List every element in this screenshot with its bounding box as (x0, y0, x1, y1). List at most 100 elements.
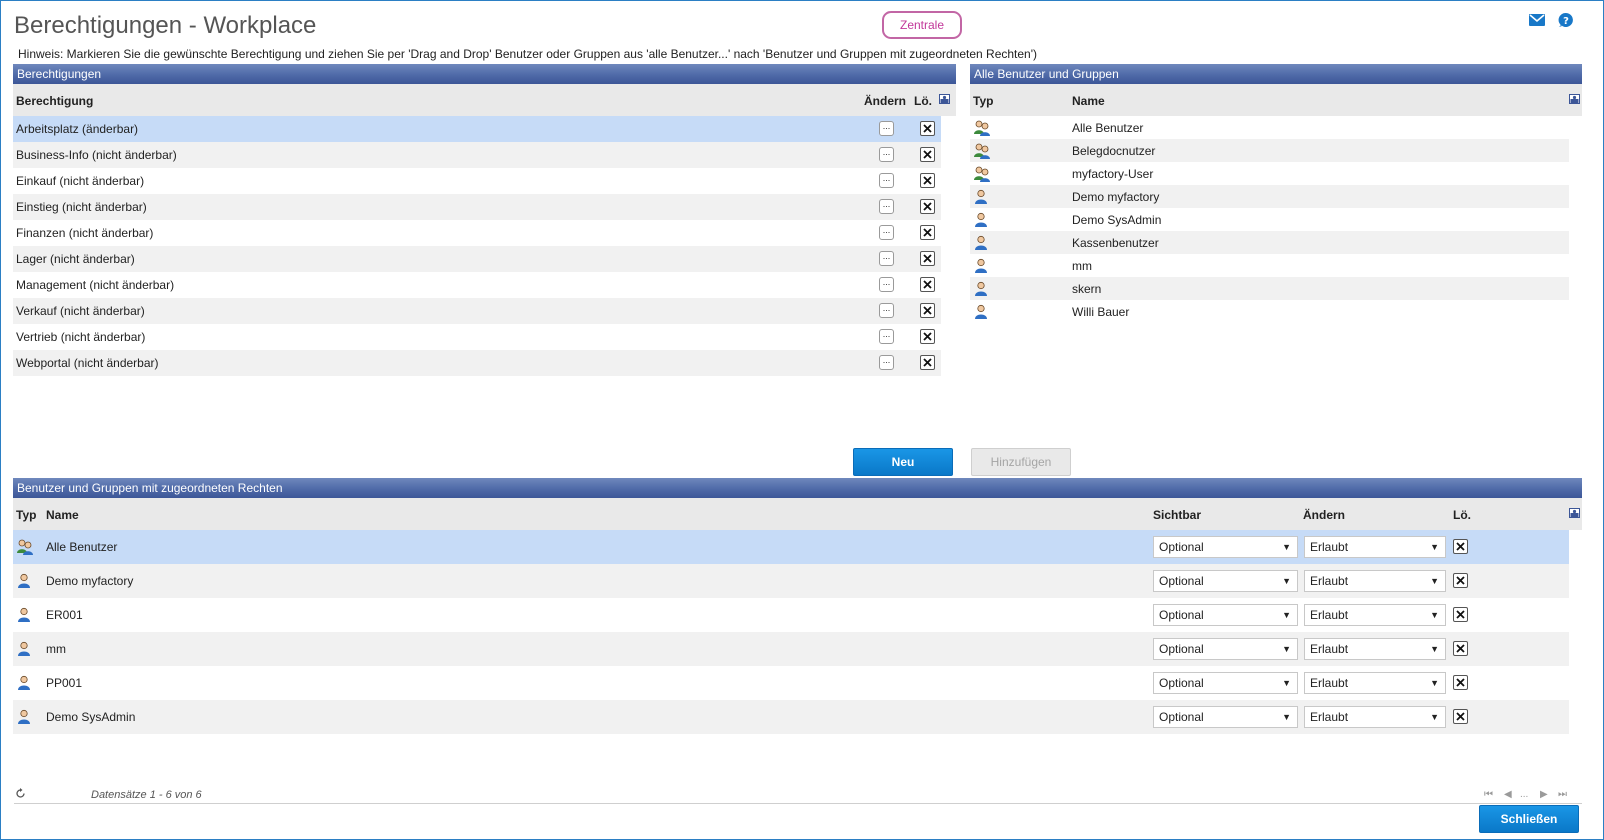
remove-assignment-button[interactable] (1453, 573, 1468, 588)
remove-assignment-button[interactable] (1453, 675, 1468, 690)
edit-right-select[interactable]: Erlaubt ▼ (1304, 638, 1446, 660)
close-button[interactable]: Schließen (1479, 805, 1579, 833)
visibility-select[interactable]: Optional ▼ (1153, 604, 1298, 626)
edit-permission-button[interactable]: ... (879, 199, 894, 214)
table-row[interactable]: Demo SysAdmin Optional ▼ Erlaubt ▼ (13, 700, 1569, 734)
edit-permission-button[interactable]: ... (879, 225, 894, 240)
column-config-icon[interactable] (1569, 507, 1580, 521)
remove-assignment-button[interactable] (1453, 641, 1468, 656)
edit-permission-button[interactable]: ... (879, 277, 894, 292)
edit-right-select[interactable]: Erlaubt ▼ (1304, 706, 1446, 728)
visibility-select[interactable]: Optional ▼ (1153, 672, 1298, 694)
list-item[interactable]: Alle Benutzer (970, 116, 1569, 139)
column-edit[interactable]: Ändern (864, 94, 906, 108)
edit-permission-button[interactable]: ... (879, 121, 894, 136)
pager-last-button[interactable]: ⏭ (1558, 789, 1567, 800)
visibility-select[interactable]: Optional ▼ (1153, 706, 1298, 728)
table-row[interactable]: Demo myfactory Optional ▼ Erlaubt ▼ (13, 564, 1569, 598)
list-item[interactable]: Kassenbenutzer (970, 231, 1569, 254)
list-item[interactable]: skern (970, 277, 1569, 300)
column-visible[interactable]: Sichtbar (1153, 508, 1201, 522)
column-permission[interactable]: Berechtigung (16, 94, 93, 108)
edit-right-select[interactable]: Erlaubt ▼ (1304, 672, 1446, 694)
edit-permission-button[interactable]: ... (879, 251, 894, 266)
list-item[interactable]: mm (970, 254, 1569, 277)
refresh-icon[interactable] (15, 788, 26, 802)
delete-permission-button[interactable] (920, 303, 935, 318)
edit-permission-button[interactable]: ... (879, 173, 894, 188)
table-row[interactable]: PP001 Optional ▼ Erlaubt ▼ (13, 666, 1569, 700)
table-row[interactable]: Finanzen (nicht änderbar) ... (13, 220, 941, 246)
edit-right-value: Erlaubt (1310, 710, 1349, 724)
user-name: ER001 (46, 608, 83, 622)
edit-permission-button[interactable]: ... (879, 355, 894, 370)
delete-permission-button[interactable] (920, 173, 935, 188)
table-row[interactable]: Alle Benutzer Optional ▼ Erlaubt ▼ (13, 530, 1569, 564)
remove-assignment-button[interactable] (1453, 607, 1468, 622)
remove-assignment-button[interactable] (1453, 709, 1468, 724)
delete-permission-button[interactable] (920, 121, 935, 136)
edit-permission-button[interactable]: ... (879, 329, 894, 344)
list-item[interactable]: Demo myfactory (970, 185, 1569, 208)
remove-assignment-button[interactable] (1453, 539, 1468, 554)
zentrale-badge[interactable]: Zentrale (882, 11, 962, 39)
user-name: PP001 (46, 676, 83, 690)
visibility-select[interactable]: Optional ▼ (1153, 536, 1298, 558)
visibility-select[interactable]: Optional ▼ (1153, 638, 1298, 660)
edit-right-select[interactable]: Erlaubt ▼ (1304, 570, 1446, 592)
edit-permission-button[interactable]: ... (879, 147, 894, 162)
column-config-icon[interactable] (939, 93, 950, 107)
pager-first-button[interactable]: ⏮ (1484, 789, 1493, 800)
new-button[interactable]: Neu (853, 448, 953, 476)
column-name[interactable]: Name (46, 508, 79, 522)
permission-name: Einkauf (nicht änderbar) (16, 174, 145, 188)
list-item[interactable]: Willi Bauer (970, 300, 1569, 323)
column-type[interactable]: Typ (973, 94, 993, 108)
table-row[interactable]: Arbeitsplatz (änderbar) ... (13, 116, 941, 142)
column-delete[interactable]: Lö. (1453, 508, 1471, 522)
column-name[interactable]: Name (1072, 94, 1105, 108)
pager-next-button[interactable]: ▶ (1540, 789, 1548, 800)
delete-permission-button[interactable] (920, 225, 935, 240)
table-row[interactable]: Vertrieb (nicht änderbar) ... (13, 324, 941, 350)
dropdown-arrow-icon: ▼ (1282, 712, 1291, 722)
delete-permission-button[interactable] (920, 355, 935, 370)
column-type[interactable]: Typ (16, 508, 36, 522)
edit-right-select[interactable]: Erlaubt ▼ (1304, 536, 1446, 558)
table-row[interactable]: Business-Info (nicht änderbar) ... (13, 142, 941, 168)
add-button[interactable]: Hinzufügen (971, 448, 1071, 476)
user-group-icon (16, 539, 34, 555)
table-row[interactable]: Management (nicht änderbar) ... (13, 272, 941, 298)
table-row[interactable]: Einstieg (nicht änderbar) ... (13, 194, 941, 220)
pager-prev-button[interactable]: ◀ (1504, 789, 1512, 800)
column-edit[interactable]: Ändern (1303, 508, 1345, 522)
table-row[interactable]: ER001 Optional ▼ Erlaubt ▼ (13, 598, 1569, 632)
user-name: Demo SysAdmin (1072, 213, 1162, 227)
permissions-panel: Berechtigungen Berechtigung Ändern Lö. A… (13, 64, 956, 380)
user-name: mm (1072, 259, 1092, 273)
delete-permission-button[interactable] (920, 147, 935, 162)
delete-permission-button[interactable] (920, 329, 935, 344)
visibility-select[interactable]: Optional ▼ (1153, 570, 1298, 592)
edit-right-select[interactable]: Erlaubt ▼ (1304, 604, 1446, 626)
all-users-title: Alle Benutzer und Gruppen (970, 64, 1582, 84)
user-name: Willi Bauer (1072, 305, 1130, 319)
table-row[interactable]: Verkauf (nicht änderbar) ... (13, 298, 941, 324)
delete-permission-button[interactable] (920, 277, 935, 292)
table-row[interactable]: Einkauf (nicht änderbar) ... (13, 168, 941, 194)
table-row[interactable]: Webportal (nicht änderbar) ... (13, 350, 941, 376)
column-delete[interactable]: Lö. (914, 94, 932, 108)
help-icon[interactable]: ? (1557, 12, 1575, 28)
delete-permission-button[interactable] (920, 199, 935, 214)
table-row[interactable]: Lager (nicht änderbar) ... (13, 246, 941, 272)
edit-right-value: Erlaubt (1310, 574, 1349, 588)
table-row[interactable]: mm Optional ▼ Erlaubt ▼ (13, 632, 1569, 666)
delete-permission-button[interactable] (920, 251, 935, 266)
edit-permission-button[interactable]: ... (879, 303, 894, 318)
list-item[interactable]: myfactory-User (970, 162, 1569, 185)
mail-icon[interactable] (1528, 12, 1546, 28)
column-config-icon[interactable] (1569, 93, 1580, 107)
list-item[interactable]: Belegdocnutzer (970, 139, 1569, 162)
permission-name: Finanzen (nicht änderbar) (16, 226, 154, 240)
list-item[interactable]: Demo SysAdmin (970, 208, 1569, 231)
